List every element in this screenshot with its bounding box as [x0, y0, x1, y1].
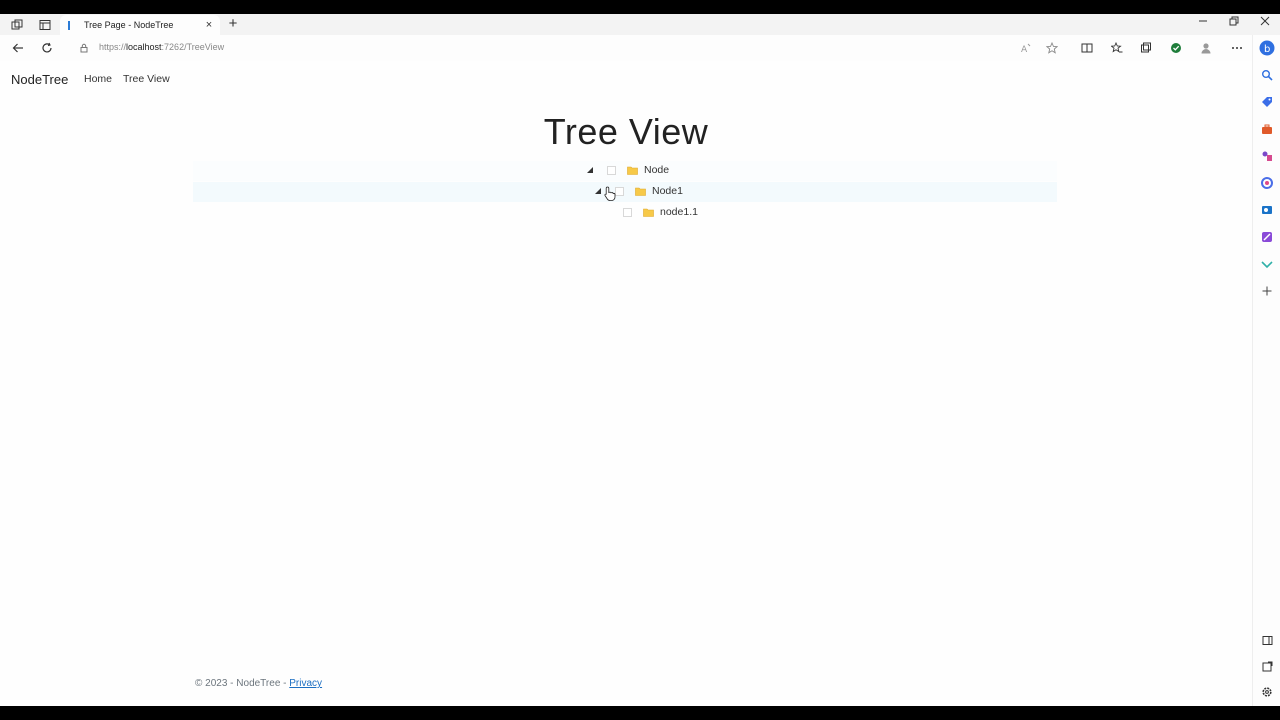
- tree-node-checkbox[interactable]: [623, 207, 632, 217]
- office-icon[interactable]: [1259, 175, 1275, 191]
- tree-node-checkbox[interactable]: [607, 165, 616, 175]
- hand-cursor-icon: [604, 186, 616, 201]
- url-path: :7262/TreeView: [161, 42, 225, 52]
- sidebar-toggle-icon[interactable]: [1259, 632, 1275, 648]
- tree-node-checkbox[interactable]: [615, 186, 624, 196]
- nav-link-tree-view[interactable]: Tree View: [123, 73, 170, 85]
- page-content: NodeTree Home Tree View Tree View Node N…: [0, 61, 1252, 706]
- footer-copyright: © 2023 - NodeTree -: [195, 678, 290, 689]
- tree-node-label[interactable]: node1.1: [660, 206, 698, 218]
- brand-link[interactable]: NodeTree: [11, 72, 68, 87]
- tab-tree-page[interactable]: Tree Page - NodeTree ×: [60, 15, 220, 35]
- url-field[interactable]: https://localhost:7262/TreeView: [99, 42, 224, 52]
- page-title: Tree View: [543, 111, 709, 152]
- split-screen-icon[interactable]: [1079, 40, 1095, 56]
- favorite-star-icon[interactable]: [1044, 40, 1060, 56]
- expand-toggle-icon[interactable]: [585, 165, 595, 175]
- svg-text:A: A: [1021, 45, 1028, 54]
- copilot-icon[interactable]: b: [1259, 40, 1275, 56]
- drop-icon[interactable]: [1259, 256, 1275, 272]
- privacy-link[interactable]: Privacy: [289, 678, 322, 689]
- more-menu-icon[interactable]: [1229, 40, 1245, 56]
- open-external-icon[interactable]: [1259, 658, 1275, 674]
- tree-node-label[interactable]: Node: [644, 164, 669, 176]
- games-icon[interactable]: [1259, 148, 1275, 164]
- url-scheme: https://: [99, 42, 127, 52]
- toolbox-icon[interactable]: [1259, 121, 1275, 137]
- screen-top-bar: [0, 0, 1280, 14]
- minimize-icon[interactable]: [1188, 16, 1218, 32]
- close-tab-icon[interactable]: ×: [202, 19, 216, 31]
- tab-title: Tree Page - NodeTree: [84, 20, 174, 30]
- refresh-icon[interactable]: [39, 40, 55, 56]
- address-bar-row: https://localhost:7262/TreeView A: [0, 35, 1280, 61]
- profile-icon[interactable]: [1198, 40, 1214, 56]
- tab-strip: Tree Page - NodeTree × +: [0, 14, 1280, 35]
- lock-icon[interactable]: [76, 40, 92, 56]
- screen-bottom-bar: [0, 706, 1280, 720]
- nav-link-home[interactable]: Home: [84, 73, 112, 85]
- collections-icon[interactable]: [1138, 40, 1154, 56]
- url-host: localhost: [126, 42, 162, 52]
- edge-sidebar: b: [1252, 35, 1280, 706]
- add-icon[interactable]: [1259, 283, 1275, 299]
- favicon-icon: [68, 20, 72, 30]
- outlook-icon[interactable]: [1259, 202, 1275, 218]
- tree-node-node1-1[interactable]: node1.1: [601, 202, 698, 222]
- folder-icon: [643, 208, 654, 217]
- svg-text:b: b: [1264, 44, 1270, 55]
- extension-icon[interactable]: [1168, 40, 1184, 56]
- tree-node-label[interactable]: Node1: [652, 185, 683, 197]
- settings-gear-icon[interactable]: [1259, 684, 1275, 700]
- tree-node-node[interactable]: Node: [585, 160, 669, 180]
- folder-icon: [635, 187, 646, 196]
- search-icon[interactable]: [1259, 67, 1275, 83]
- expand-toggle-icon[interactable]: [593, 186, 603, 196]
- read-aloud-icon[interactable]: A: [1018, 40, 1034, 56]
- shopping-tag-icon[interactable]: [1259, 94, 1275, 110]
- tab-actions-icon[interactable]: [37, 17, 53, 33]
- toggle-placeholder: [601, 207, 611, 217]
- designer-icon[interactable]: [1259, 229, 1275, 245]
- restore-icon[interactable]: [1219, 16, 1249, 32]
- favorites-icon[interactable]: [1109, 40, 1125, 56]
- footer: © 2023 - NodeTree - Privacy: [195, 678, 322, 689]
- new-tab-button[interactable]: +: [224, 15, 242, 33]
- folder-icon: [627, 166, 638, 175]
- close-window-icon[interactable]: [1250, 16, 1280, 32]
- workspaces-icon[interactable]: [9, 17, 25, 33]
- back-icon[interactable]: [10, 40, 26, 56]
